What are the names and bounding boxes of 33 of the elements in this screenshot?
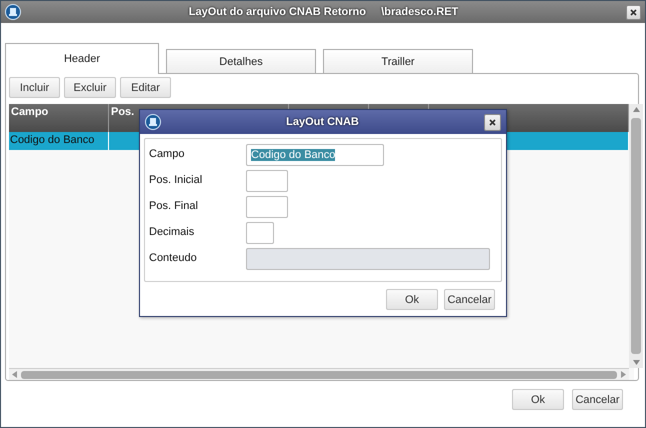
app-logo-icon (145, 114, 161, 130)
tab[interactable]: Header (5, 43, 159, 74)
left-arrow-icon (12, 371, 17, 378)
close-icon (630, 8, 637, 16)
close-button[interactable] (484, 114, 501, 130)
up-arrow-icon (632, 107, 640, 112)
app-logo-icon (5, 4, 21, 20)
input-field[interactable] (246, 222, 274, 244)
vertical-scrollbar[interactable] (629, 104, 643, 368)
field-label: Pos. Final (149, 200, 199, 214)
horizontal-scrollbar[interactable] (9, 368, 629, 380)
input-field[interactable] (246, 170, 288, 192)
input-field[interactable] (246, 196, 288, 218)
toolbar-button[interactable]: Editar (120, 77, 171, 98)
cancel-button[interactable]: Cancelar (444, 289, 495, 310)
toolbar-button[interactable]: Incluir (9, 77, 60, 98)
field-label: Pos. Inicial (149, 174, 204, 188)
toolbar-button[interactable]: Excluir (64, 77, 116, 98)
ok-button[interactable]: Ok (512, 389, 564, 410)
window-title: LayOut do arquivo CNAB Retorno \bradesco.RET (188, 6, 460, 18)
ok-button[interactable]: Ok (386, 289, 438, 310)
field-label: Campo (149, 148, 186, 162)
table-cell: Codigo do Banco (9, 132, 109, 150)
close-icon (489, 118, 496, 126)
down-arrow-icon (632, 360, 640, 365)
tab[interactable]: Trailler (323, 49, 473, 73)
close-button[interactable] (626, 4, 641, 20)
tab[interactable]: Detalhes (166, 49, 316, 73)
right-arrow-icon (621, 371, 626, 378)
field-label: Decimais (149, 226, 196, 240)
field-label: Conteudo (149, 252, 198, 266)
cancel-button[interactable]: Cancelar (572, 389, 623, 410)
input-field[interactable]: Codigo do Banco (246, 144, 384, 166)
